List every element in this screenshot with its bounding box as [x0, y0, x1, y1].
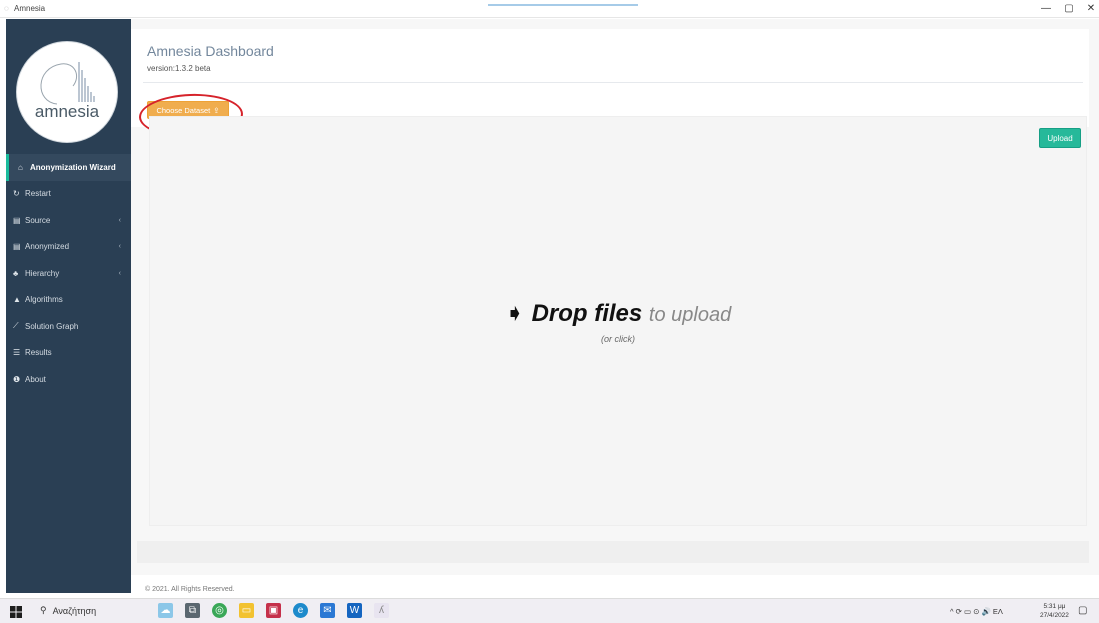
sidebar-item-algorithms[interactable]: ▲ Algorithms	[6, 287, 131, 314]
line-chart-icon: ⟋	[13, 321, 19, 331]
sidebar-item-label: Algorithms	[25, 295, 63, 305]
sidebar-item-label: Restart	[25, 189, 51, 199]
amnesia-logo: amnesia	[16, 41, 118, 143]
dropzone-message: ➧ Drop files to upload	[150, 299, 1086, 328]
dashboard-panel: Amnesia Dashboard version:1.3.2 beta Cho…	[131, 29, 1089, 139]
os-taskbar: ⚲ Αναζήτηση ☁ ⧉ ◎ ▭ ▣ e ✉ W ʎ ^ ⟳ ▭ ⊙ 🔊 …	[0, 598, 1099, 623]
page-footer: © 2021. All Rights Reserved.	[131, 575, 1099, 593]
sitemap-icon: ♣	[13, 268, 19, 278]
divider	[143, 82, 1083, 83]
taskbar-clock[interactable]: 5:31 μμ 27/4/2022	[1040, 602, 1069, 620]
file-dropzone[interactable]: ➧ Drop files to upload (or click)	[149, 116, 1087, 526]
sidebar-item-label: Results	[25, 348, 52, 358]
chevron-left-icon: ‹	[118, 216, 121, 224]
main-content: Amnesia Dashboard version:1.3.2 beta Cho…	[131, 19, 1099, 593]
notification-icon[interactable]: ▢	[1078, 605, 1087, 616]
clock-time: 5:31 μμ	[1043, 603, 1066, 610]
outlook-icon[interactable]: ✉	[320, 603, 335, 618]
info-icon: ❶	[13, 374, 21, 384]
list-icon: ☰	[13, 348, 21, 358]
sidebar-item-label: Solution Graph	[25, 321, 79, 331]
maximize-button[interactable]: ▢	[1058, 1, 1080, 17]
sidebar: amnesia ⌂ Anonymization Wizard ↻ Restart ▤ So…	[6, 19, 131, 593]
clock-date: 27/4/2022	[1040, 612, 1069, 619]
amnesia-taskbar-icon[interactable]: ʎ	[374, 603, 389, 618]
sidebar-item-label: About	[25, 374, 46, 384]
chevron-left-icon: ‹	[118, 243, 121, 251]
window-titlebar: ◌ Amnesia — ▢ ✕	[0, 0, 1099, 18]
logo-text: amnesia	[34, 102, 100, 121]
sidebar-item-label: Hierarchy	[25, 268, 60, 278]
dropzone-hint: (or click)	[601, 334, 635, 344]
chrome-icon[interactable]: ◎	[212, 603, 227, 618]
sidebar-item-solution-graph[interactable]: ⟋ Solution Graph	[6, 313, 131, 340]
taskbar-search[interactable]: ⚲ Αναζήτηση	[40, 605, 96, 616]
taskbar-apps: ☁ ⧉ ◎ ▭ ▣ e ✉ W ʎ	[158, 603, 389, 618]
sidebar-item-label: Source	[25, 215, 51, 225]
file-explorer-icon[interactable]: ▭	[239, 603, 254, 618]
app-red-icon[interactable]: ▣	[266, 603, 281, 618]
edge-icon[interactable]: e	[293, 603, 308, 618]
app-icon: ◌	[4, 4, 9, 13]
titlebar-accent	[488, 4, 638, 8]
system-tray[interactable]: ^ ⟳ ▭ ⊙ 🔊 ΕΛ	[950, 607, 1003, 616]
version-label: version:1.3.2 beta	[147, 64, 211, 73]
copyright-text: © 2021. All Rights Reserved.	[145, 586, 235, 593]
sidebar-item-label: Anonymized	[25, 242, 70, 252]
dropzone-title: Drop files	[531, 300, 643, 327]
search-icon: ⚲	[40, 605, 47, 615]
dropzone-subtitle: to upload	[648, 304, 732, 326]
sidebar-nav: ⌂ Anonymization Wizard ↻ Restart ▤ Source ‹ ▤ An…	[6, 154, 131, 393]
windows-start-icon[interactable]	[10, 606, 22, 618]
sidebar-item-restart[interactable]: ↻ Restart	[6, 181, 131, 208]
refresh-icon: ↻	[13, 189, 20, 199]
window-title: Amnesia	[14, 4, 46, 13]
weather-app-icon[interactable]: ☁	[158, 603, 173, 618]
sidebar-item-results[interactable]: ☰ Results	[6, 340, 131, 367]
sidebar-item-about[interactable]: ❶ About	[6, 366, 131, 393]
home-icon: ⌂	[18, 162, 23, 172]
minimize-button[interactable]: —	[1035, 1, 1057, 17]
sidebar-item-label: Anonymization Wizard	[30, 162, 116, 172]
flask-icon: ▲	[13, 295, 21, 305]
panel-footer-strip	[137, 541, 1089, 563]
taskbar-search-label: Αναζήτηση	[52, 605, 97, 616]
sidebar-item-anonymization-wizard[interactable]: ⌂ Anonymization Wizard	[6, 154, 131, 181]
sidebar-item-hierarchy[interactable]: ♣ Hierarchy ‹	[6, 260, 131, 287]
task-view-icon[interactable]: ⧉	[185, 603, 200, 618]
page-title: Amnesia Dashboard	[147, 43, 274, 59]
sidebar-item-source[interactable]: ▤ Source ‹	[6, 207, 131, 234]
upload-button[interactable]: Upload	[1039, 128, 1081, 148]
sidebar-item-anonymized[interactable]: ▤ Anonymized ‹	[6, 234, 131, 261]
word-icon[interactable]: W	[347, 603, 362, 618]
arrow-icon: ➧	[504, 300, 525, 327]
logo-mark-icon	[40, 62, 95, 105]
table-icon: ▤	[13, 242, 21, 252]
table-icon: ▤	[13, 215, 21, 225]
close-button[interactable]: ✕	[1080, 1, 1099, 17]
chevron-left-icon: ‹	[118, 269, 121, 277]
